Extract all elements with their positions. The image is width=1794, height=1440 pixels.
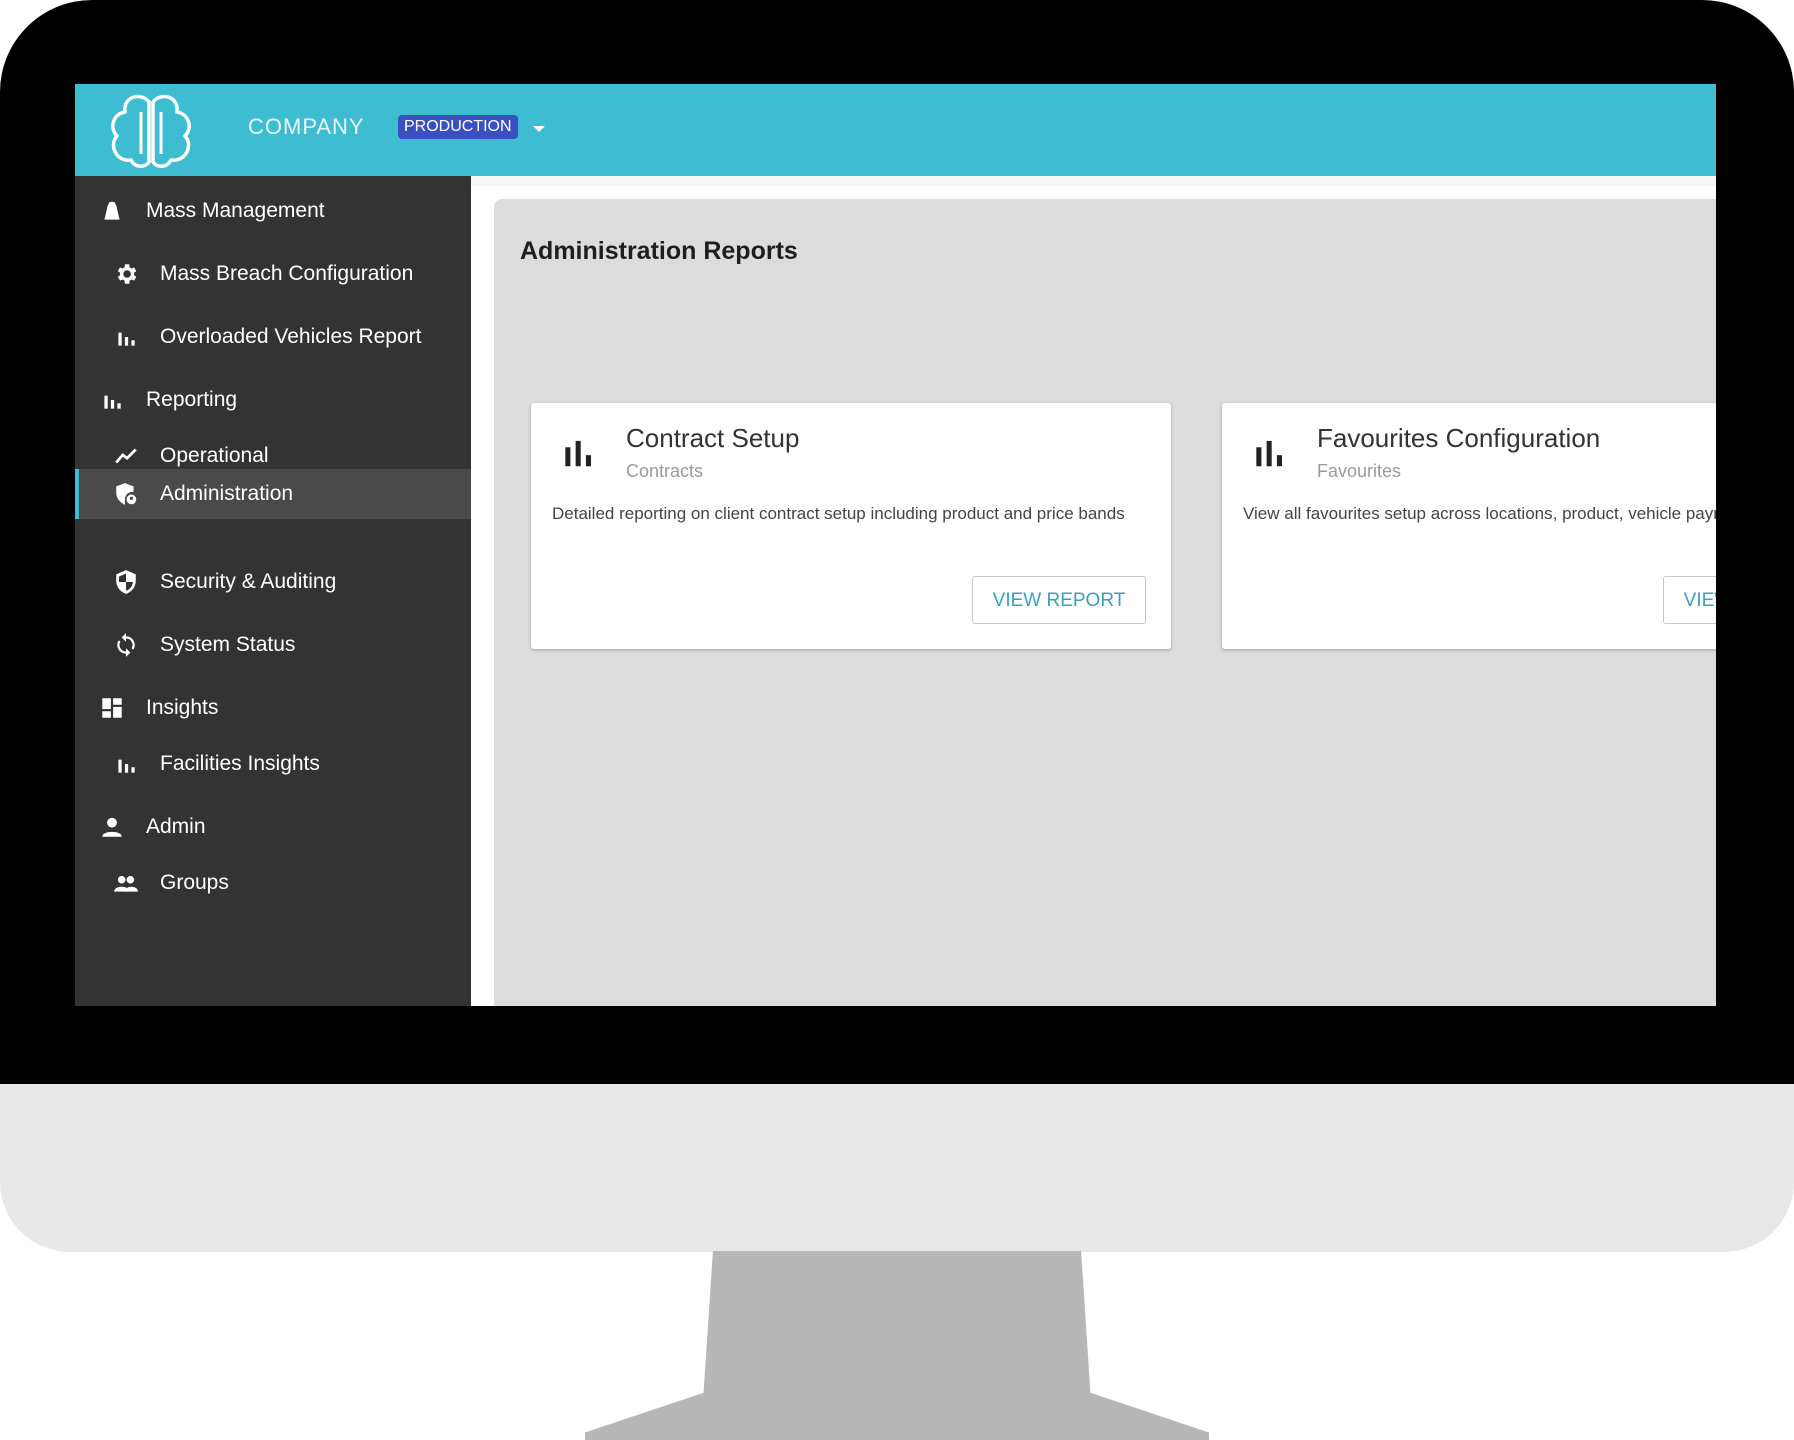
card-title: Contract Setup bbox=[626, 423, 800, 453]
group-icon bbox=[112, 869, 140, 897]
sidebar-item-reporting[interactable]: Reporting bbox=[75, 375, 471, 425]
card-subtitle: Contracts bbox=[626, 461, 704, 481]
top-bar: COMPANY PRODUCTION bbox=[75, 84, 1716, 176]
sidebar-item-label: System Status bbox=[160, 633, 296, 656]
card-title: Favourites Configuration bbox=[1317, 423, 1601, 453]
sidebar-item-label: Mass Breach Configuration bbox=[160, 262, 414, 285]
sidebar-item-label: Groups bbox=[160, 871, 229, 894]
screen: COMPANY PRODUCTION Mass Management Mass … bbox=[75, 84, 1716, 1006]
content-divider bbox=[471, 176, 1716, 186]
company-name: COMPANY bbox=[248, 114, 365, 139]
environment-selector[interactable]: PRODUCTION bbox=[398, 115, 518, 139]
sidebar-item-label: Security & Auditing bbox=[160, 570, 337, 593]
trend-line-icon bbox=[112, 442, 140, 470]
sidebar-item-administration[interactable]: Administration bbox=[75, 469, 471, 519]
sidebar-item-insights[interactable]: Insights bbox=[75, 683, 471, 733]
dashboard-icon bbox=[98, 694, 126, 722]
sidebar-item-label: Facilities Insights bbox=[160, 752, 320, 775]
sidebar-item-admin[interactable]: Admin bbox=[75, 802, 471, 852]
view-report-button[interactable]: VIEW REPORT bbox=[1663, 576, 1716, 624]
cloud-brain-logo-icon bbox=[111, 94, 191, 168]
sidebar-item-facilities-insights[interactable]: Facilities Insights bbox=[75, 739, 471, 789]
sidebar-item-mass-management[interactable]: Mass Management bbox=[75, 186, 471, 236]
sidebar-item-label: Operational bbox=[160, 444, 269, 467]
bar-chart-icon bbox=[98, 386, 126, 414]
admin-shield-icon bbox=[112, 480, 140, 508]
monitor-stand bbox=[585, 1251, 1209, 1440]
security-shield-icon bbox=[112, 568, 140, 596]
gear-icon bbox=[112, 260, 140, 288]
sidebar-item-security-auditing[interactable]: Security & Auditing bbox=[75, 557, 471, 607]
main-content: Administration Reports Contract Setup Co… bbox=[494, 199, 1716, 1006]
sidebar-item-system-status[interactable]: System Status bbox=[75, 620, 471, 670]
sidebar-item-overloaded-vehicles-report[interactable]: Overloaded Vehicles Report bbox=[75, 312, 471, 362]
card-description: Detailed reporting on client contract se… bbox=[552, 504, 1125, 523]
sidebar-item-label: Mass Management bbox=[146, 199, 325, 222]
sidebar-item-label: Reporting bbox=[146, 388, 238, 411]
report-card-favourites-configuration: Favourites Configuration Favourites View… bbox=[1222, 403, 1716, 649]
page-title: Administration Reports bbox=[520, 237, 798, 265]
sidebar-item-mass-breach-configuration[interactable]: Mass Breach Configuration bbox=[75, 249, 471, 299]
sidebar-item-label: Admin bbox=[146, 815, 206, 838]
person-icon bbox=[98, 813, 126, 841]
bar-chart-icon bbox=[559, 433, 597, 471]
report-card-contract-setup: Contract Setup Contracts Detailed report… bbox=[531, 403, 1171, 649]
bag-icon bbox=[98, 197, 126, 225]
sidebar: Mass Management Mass Breach Configuratio… bbox=[75, 176, 471, 1006]
card-subtitle: Favourites bbox=[1317, 461, 1402, 481]
sidebar-item-label: Overloaded Vehicles Report bbox=[160, 325, 422, 348]
card-description: View all favourites setup across locatio… bbox=[1243, 504, 1716, 523]
view-report-button[interactable]: VIEW REPORT bbox=[972, 576, 1146, 624]
bar-chart-icon bbox=[1250, 433, 1288, 471]
sync-icon bbox=[112, 631, 140, 659]
monitor-chin bbox=[0, 1084, 1794, 1252]
sidebar-item-label: Administration bbox=[160, 482, 294, 505]
bar-chart-icon bbox=[112, 323, 140, 351]
sidebar-item-label: Insights bbox=[146, 696, 219, 719]
sidebar-item-groups[interactable]: Groups bbox=[75, 858, 471, 908]
caret-down-icon[interactable] bbox=[533, 126, 545, 132]
bar-chart-icon bbox=[112, 750, 140, 778]
